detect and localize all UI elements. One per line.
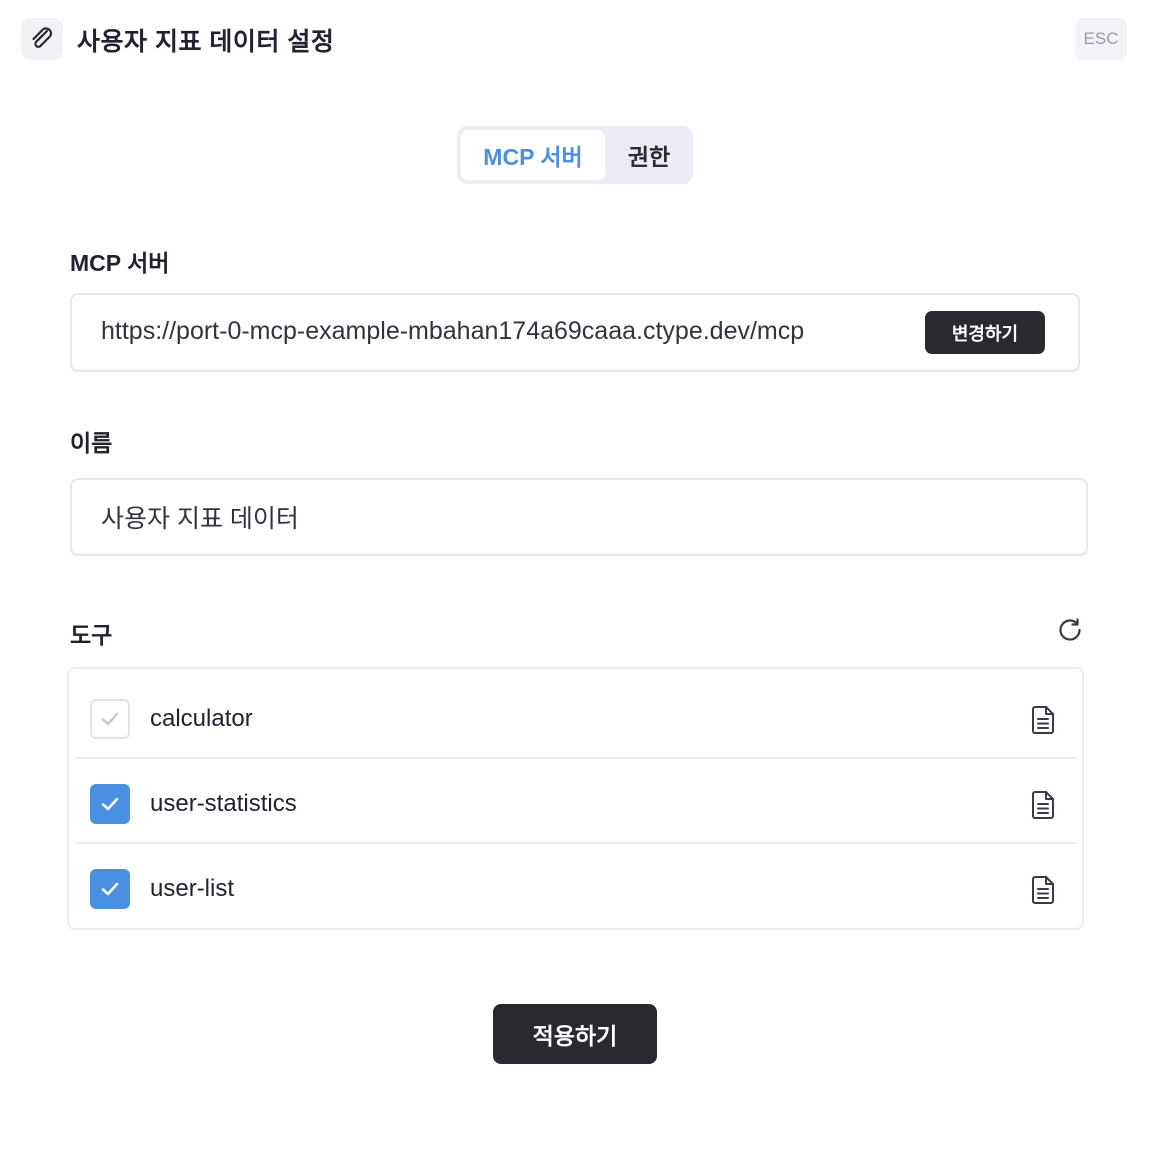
tool-checkbox-user-list[interactable] [90, 869, 130, 909]
document-icon[interactable] [1031, 875, 1057, 905]
document-icon[interactable] [1031, 705, 1057, 735]
tool-checkbox-calculator[interactable] [90, 699, 130, 739]
check-icon [101, 712, 119, 726]
document-icon[interactable] [1031, 790, 1057, 820]
change-button[interactable]: 변경하기 [925, 311, 1045, 354]
tool-checkbox-user-statistics[interactable] [90, 784, 130, 824]
tab-mcp-server[interactable]: MCP 서버 [461, 130, 605, 180]
list-item: user-statistics [76, 759, 1077, 844]
name-input[interactable] [70, 478, 1088, 556]
mcp-server-label: MCP 서버 [70, 250, 170, 276]
mcp-server-url-box: https://port-0-mcp-example-mbahan174a69c… [70, 293, 1080, 372]
apply-button[interactable]: 적용하기 [493, 1004, 657, 1064]
list-item: calculator [76, 674, 1077, 759]
page-title: 사용자 지표 데이터 설정 [77, 28, 335, 56]
list-item: user-list [76, 844, 1077, 929]
tool-name: user-statistics [150, 790, 297, 817]
refresh-icon[interactable] [1056, 616, 1084, 644]
esc-button[interactable]: ESC [1075, 18, 1127, 60]
tab-permissions[interactable]: 권한 [609, 130, 689, 180]
paperclip-icon [32, 27, 53, 48]
check-icon [101, 882, 119, 896]
tools-label: 도구 [70, 622, 113, 648]
mcp-server-url: https://port-0-mcp-example-mbahan174a69c… [101, 317, 805, 345]
app-logo [21, 18, 63, 60]
tools-list: calculator user-statistics user-list [67, 667, 1084, 930]
tab-bar: MCP 서버 권한 [457, 126, 693, 184]
name-label: 이름 [70, 430, 113, 456]
tool-name: calculator [150, 705, 253, 732]
check-icon [101, 797, 119, 811]
tool-name: user-list [150, 875, 235, 902]
